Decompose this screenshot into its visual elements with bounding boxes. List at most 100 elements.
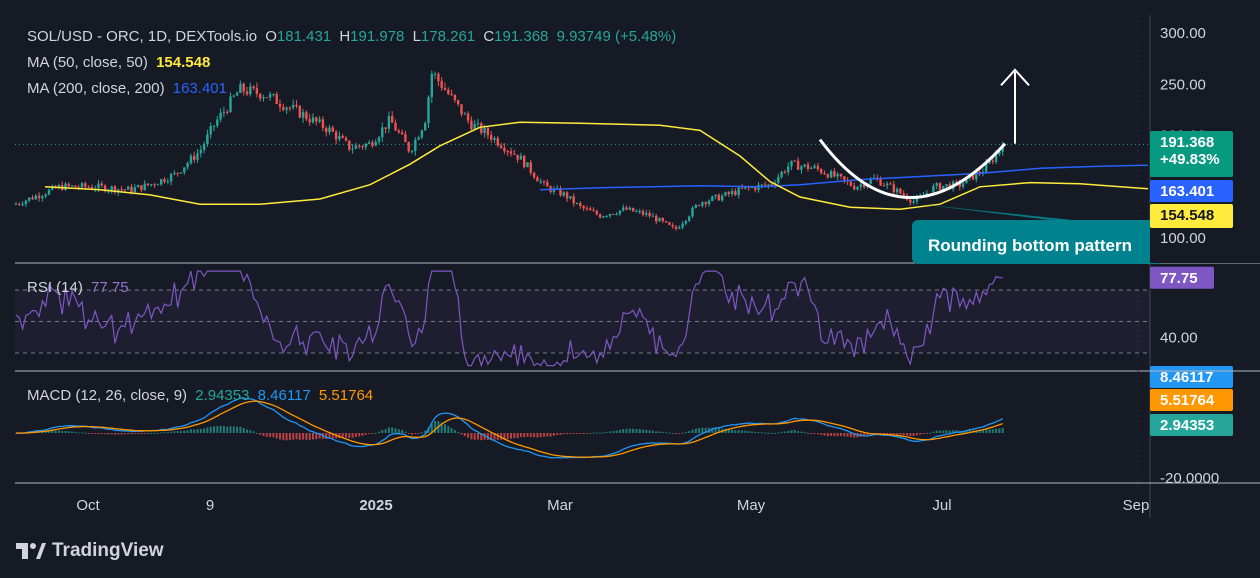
rsi-legend: RSI (14) 77.75 (27, 279, 133, 296)
macd-bar (417, 433, 420, 434)
macd-bar (694, 428, 697, 433)
candle-body (87, 186, 90, 188)
candle-body (889, 183, 892, 185)
macd-bar (209, 426, 212, 433)
ma50-legend: MA (50, close, 50) 154.548 (27, 54, 214, 71)
macd-bar (213, 426, 215, 433)
macd-bar (90, 433, 93, 434)
macd-bar (387, 427, 390, 433)
macd-bar (562, 433, 565, 435)
candle-body (476, 123, 480, 125)
macd-bar (358, 433, 361, 437)
macd-bar (453, 430, 456, 433)
candle-body (285, 107, 288, 110)
candle-body (641, 211, 645, 215)
candle-body (793, 160, 796, 162)
candle-body (684, 220, 688, 224)
candle-body (252, 86, 255, 89)
macd-bar (239, 426, 242, 433)
change-value: 9.93749 (+5.48%) (556, 28, 677, 45)
ma50-value: 154.548 (156, 54, 211, 71)
open-label: O (265, 28, 277, 45)
macd-bar (61, 431, 64, 433)
macd-bar (684, 431, 687, 433)
candle-body (991, 160, 994, 162)
candle-body (156, 184, 160, 186)
candle-body (760, 184, 763, 186)
macd-bar (81, 432, 83, 434)
candle-body (453, 94, 457, 101)
macd-bar (635, 429, 638, 433)
tradingview-logo[interactable]: TradingView (16, 540, 164, 562)
candle-body (542, 181, 546, 183)
candle-body (338, 136, 341, 140)
macd-bar (615, 430, 618, 433)
candle-body (384, 127, 387, 129)
macd-bar (747, 431, 750, 433)
macd-bar (906, 433, 908, 436)
candle-body (691, 207, 694, 217)
candle-body (457, 100, 460, 105)
candle-body (678, 227, 681, 229)
macd-bar (391, 427, 394, 433)
candle-body (767, 184, 770, 186)
macd-bar (945, 430, 948, 433)
rsi-badge-text: 77.75 (1160, 270, 1198, 287)
candle (298, 104, 301, 119)
candle-body (292, 104, 295, 108)
macd-tick-label: -20.0000 (1160, 470, 1219, 487)
candle-body (305, 112, 308, 120)
candle-body (595, 210, 598, 215)
candle-body (717, 194, 721, 201)
macd-bar (110, 433, 113, 435)
candle-body (308, 119, 311, 123)
candle-body (31, 197, 34, 200)
macd-line-badge-text: 8.46117 (1160, 369, 1213, 386)
candle (631, 207, 635, 212)
candle-body (140, 185, 143, 191)
candle-body (143, 183, 146, 191)
macd-bar (114, 433, 116, 435)
candle-body (849, 181, 853, 186)
candle-body (153, 184, 156, 186)
macd-bar (259, 433, 262, 435)
candle-body (24, 200, 28, 205)
candle-body (727, 192, 730, 195)
macd-bar (292, 433, 295, 440)
candle-body (255, 88, 259, 94)
macd-bar (71, 431, 74, 433)
macd-bar (470, 433, 473, 440)
macd-bar (549, 433, 552, 437)
macd-bar (754, 432, 757, 434)
macd-bar (836, 433, 839, 437)
macd-bar (671, 432, 674, 434)
candle-body (787, 166, 790, 173)
candle-body (407, 142, 410, 152)
candle-body (737, 187, 740, 195)
candle-body (334, 131, 338, 140)
macd-bar (919, 433, 922, 435)
candle-body (80, 183, 84, 188)
callout-text: Rounding bottom pattern (928, 236, 1132, 255)
macd-bar (54, 430, 57, 433)
macd-bar (348, 433, 351, 438)
macd-bar (229, 426, 232, 433)
ma200-legend: MA (200, close, 200) 163.401 (27, 80, 231, 97)
macd-bar (249, 430, 252, 433)
candle-body (909, 199, 912, 203)
candle-body (602, 216, 605, 218)
candle-body (856, 186, 859, 190)
candle-body (546, 182, 549, 187)
price-badge: 191.368+49.83% (1150, 131, 1233, 177)
macd-bar (543, 433, 545, 437)
candle-body (730, 191, 734, 195)
candle-body (813, 165, 816, 168)
ma50-badge-text: 154.548 (1160, 207, 1214, 224)
macd-bar (912, 433, 915, 436)
macd-bar (981, 430, 984, 433)
macd-bar (444, 424, 446, 433)
macd-bar (295, 433, 298, 440)
candle-body (21, 204, 24, 206)
macd-bar (622, 429, 625, 433)
candle-body (622, 207, 625, 211)
